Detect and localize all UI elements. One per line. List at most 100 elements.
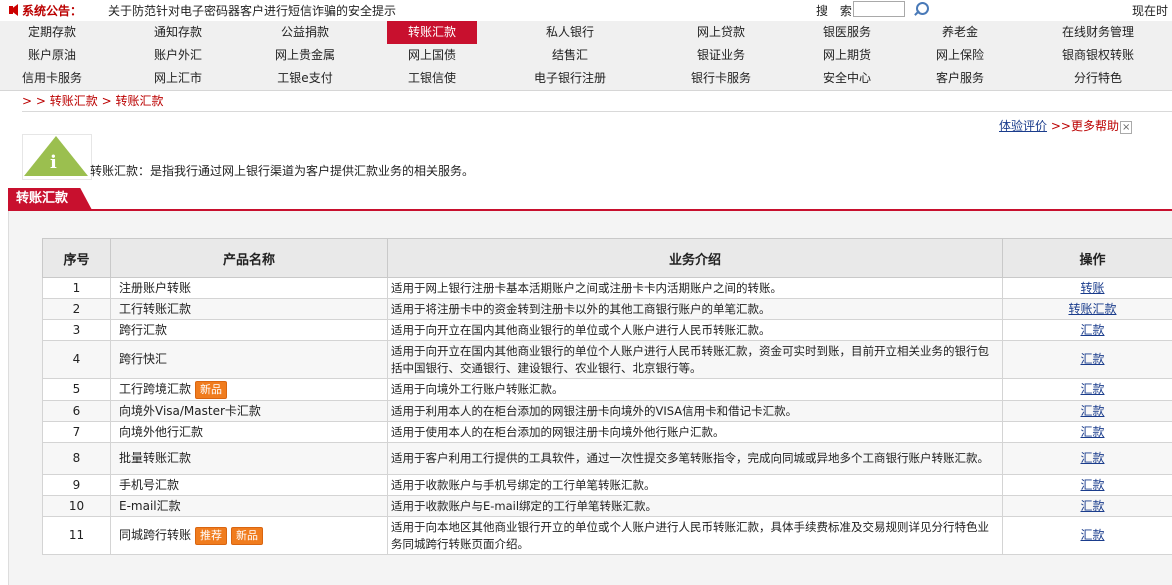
- operation-link[interactable]: 汇款: [1080, 352, 1104, 366]
- close-icon[interactable]: ×: [1119, 121, 1133, 134]
- table-row: 3 跨行汇款 适用于向开立在国内其他商业银行的单位或个人账户进行人民币转账汇款。 汇款: [42, 319, 1172, 341]
- nav-item[interactable]: 公益捐款: [275, 21, 335, 44]
- row-number: 1: [42, 277, 111, 299]
- header-no: 序号: [42, 238, 111, 278]
- operation-link[interactable]: 转账: [1080, 281, 1104, 295]
- speaker-icon-cone: [10, 4, 18, 16]
- operation-link[interactable]: 汇款: [1080, 404, 1104, 418]
- product-description: 适用于向境外工行账户转账汇款。: [387, 378, 1003, 401]
- product-name: 手机号汇款: [119, 477, 180, 492]
- nav-item[interactable]: 信用卡服务: [16, 67, 88, 90]
- breadcrumb-item-1[interactable]: 转账汇款: [50, 94, 98, 108]
- operation-link[interactable]: 汇款: [1080, 425, 1104, 439]
- row-number: 8: [42, 442, 111, 475]
- nav-item[interactable]: 银商银权转账: [1056, 44, 1140, 67]
- product-table: 序号 产品名称 业务介绍 操作 1 注册账户转账 适用于网上银行注册卡基本活期账户之…: [42, 238, 1172, 555]
- breadcrumb-item-2[interactable]: 转账汇款: [115, 94, 163, 108]
- nav-item[interactable]: 分行特色: [1068, 67, 1128, 90]
- announcement-link[interactable]: 关于防范针对电子密码器客户进行短信诈骗的安全提示: [108, 2, 396, 19]
- product-name-cell: 跨行快汇: [110, 340, 388, 379]
- nav-item[interactable]: 账户外汇: [148, 44, 208, 67]
- header-op: 操作: [1002, 238, 1172, 278]
- product-name: 跨行汇款: [119, 322, 168, 337]
- row-number: 3: [42, 319, 111, 341]
- nav-item[interactable]: 转账汇款: [387, 21, 477, 44]
- nav-item[interactable]: 网上贵金属: [269, 44, 341, 67]
- nav-item[interactable]: 银医服务: [817, 21, 877, 44]
- nav-item[interactable]: 网上贷款: [691, 21, 751, 44]
- product-name-cell: 工行转账汇款: [110, 298, 388, 320]
- nav-item[interactable]: 结售汇: [546, 44, 594, 67]
- nav-item[interactable]: 客户服务: [930, 67, 990, 90]
- section-underline: [8, 209, 1172, 211]
- product-name-cell: 注册账户转账: [110, 277, 388, 299]
- product-name-cell: 向境外Visa/Master卡汇款: [110, 400, 388, 422]
- operation-cell: 汇款: [1002, 421, 1172, 443]
- nav-item[interactable]: 定期存款: [22, 21, 82, 44]
- nav-item[interactable]: 网上汇市: [148, 67, 208, 90]
- row-number: 2: [42, 298, 111, 320]
- product-name-cell: 工行跨境汇款 新品: [110, 378, 388, 401]
- search-input[interactable]: [853, 1, 905, 17]
- announcement-bar: 系统公告： 关于防范针对电子密码器客户进行短信诈骗的安全提示 搜 索 现在时: [0, 0, 1172, 20]
- breadcrumb: > > 转账汇款 > 转账汇款: [22, 92, 163, 109]
- product-badge: 新品: [231, 526, 264, 545]
- row-number: 11: [42, 516, 111, 555]
- nav-item[interactable]: 银行卡服务: [685, 67, 757, 90]
- nav-item[interactable]: 私人银行: [540, 21, 600, 44]
- operation-cell: 汇款: [1002, 495, 1172, 517]
- product-name: 向境外他行汇款: [119, 424, 204, 439]
- product-description: 适用于客户利用工行提供的工具软件，通过一次性提交多笔转账指令，完成向同城或异地多…: [387, 442, 1003, 475]
- nav-item[interactable]: 网上国债: [402, 44, 462, 67]
- operation-link[interactable]: 汇款: [1080, 478, 1104, 492]
- nav-row: 账户原油 账户外汇 网上贵金属 网上国债 结售汇 银证业务 网上期货 网上保险 银商银权转账: [0, 44, 1172, 67]
- operation-link[interactable]: 汇款: [1080, 382, 1104, 396]
- nav-row: 信用卡服务 网上汇市 工银e支付 工银信使 电子银行注册 银行卡服务 安全中心 客户服务 分行特…: [0, 67, 1172, 90]
- operation-link[interactable]: 汇款: [1080, 528, 1104, 542]
- nav-item[interactable]: 在线财务管理: [1056, 21, 1140, 44]
- nav-item[interactable]: 网上保险: [930, 44, 990, 67]
- more-help-link[interactable]: >>更多帮助: [1051, 119, 1119, 133]
- section-title: 转账汇款: [8, 188, 93, 210]
- nav-item[interactable]: 网上期货: [817, 44, 877, 67]
- breadcrumb-separator: >: [97, 94, 116, 108]
- table-row: 10 E-mail汇款 适用于收款账户与E-mail绑定的工行单笔转账汇款。 汇款: [42, 495, 1172, 517]
- operation-link[interactable]: 转账汇款: [1068, 302, 1116, 316]
- product-description: 适用于向开立在国内其他商业银行的单位个人账户进行人民币转账汇款，资金可实时到账，…: [387, 340, 1003, 379]
- product-name: 工行跨境汇款: [119, 381, 192, 396]
- row-number: 7: [42, 421, 111, 443]
- nav-item[interactable]: 养老金: [936, 21, 984, 44]
- nav-item[interactable]: 工银e支付: [271, 67, 338, 90]
- header-desc: 业务介绍: [387, 238, 1003, 278]
- product-name: 同城跨行转账: [119, 527, 192, 542]
- operation-link[interactable]: 汇款: [1080, 499, 1104, 513]
- nav-item[interactable]: 安全中心: [817, 67, 877, 90]
- product-badge: 新品: [195, 380, 228, 399]
- current-time-label: 现在时: [1132, 4, 1169, 18]
- table-header-row: 序号 产品名称 业务介绍 操作: [42, 238, 1172, 278]
- operation-cell: 汇款: [1002, 400, 1172, 422]
- operation-link[interactable]: 汇款: [1080, 451, 1104, 465]
- nav-item[interactable]: 银证业务: [691, 44, 751, 67]
- info-letter-icon: i: [50, 152, 57, 173]
- nav-item[interactable]: 电子银行注册: [528, 67, 612, 90]
- table-row: 11 同城跨行转账 推荐 新品 适用于向本地区其他商业银行开立的单位或个人账户进行人民币…: [42, 516, 1172, 555]
- operation-cell: 转账汇款: [1002, 298, 1172, 320]
- announcement-label: 系统公告：: [22, 4, 83, 18]
- breadcrumb-prefix: > >: [22, 94, 50, 108]
- product-description: 适用于使用本人的在柜台添加的网银注册卡向境外他行账户汇款。: [387, 421, 1003, 443]
- product-description: 适用于收款账户与手机号绑定的工行单笔转账汇款。: [387, 474, 1003, 496]
- nav-item[interactable]: 通知存款: [148, 21, 208, 44]
- operation-cell: 汇款: [1002, 378, 1172, 401]
- table-row: 1 注册账户转账 适用于网上银行注册卡基本活期账户之间或注册卡卡内活期账户之间的转账…: [42, 277, 1172, 299]
- operation-link[interactable]: 汇款: [1080, 323, 1104, 337]
- product-badge: 推荐: [195, 526, 228, 545]
- product-name-cell: 手机号汇款: [110, 474, 388, 496]
- experience-link[interactable]: 体验评价: [999, 119, 1047, 133]
- product-name-cell: E-mail汇款: [110, 495, 388, 517]
- product-name-cell: 跨行汇款: [110, 319, 388, 341]
- nav-item[interactable]: 工银信使: [402, 67, 462, 90]
- nav-item[interactable]: 账户原油: [22, 44, 82, 67]
- row-number: 4: [42, 340, 111, 379]
- product-description: 适用于将注册卡中的资金转到注册卡以外的其他工商银行账户的单笔汇款。: [387, 298, 1003, 320]
